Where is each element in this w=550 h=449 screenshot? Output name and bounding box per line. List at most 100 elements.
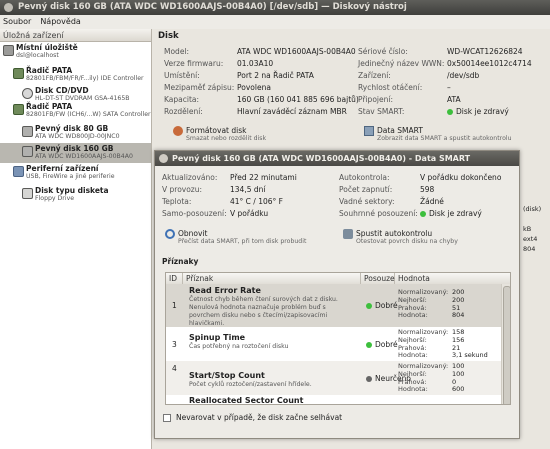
smart-status-text: Disk je zdravý bbox=[456, 107, 509, 116]
disk-label: Mezipaměť zápisu: bbox=[164, 83, 235, 92]
smart-data-dialog: Pevný disk 160 GB (ATA WDC WD1600AAJS-00… bbox=[154, 150, 520, 439]
healthy-status-icon bbox=[447, 109, 453, 115]
sidebar-item-sublabel: USB, FireWire a jiné periferie bbox=[26, 173, 115, 180]
value-val: 158 bbox=[452, 328, 465, 336]
volume-peek-text: kB bbox=[523, 225, 532, 233]
healthy-status-icon bbox=[420, 211, 426, 217]
attribute-name: Reallocated Sector Count bbox=[189, 396, 304, 405]
sidebar-item-disk-80gb[interactable]: Pevný disk 80 GB ATA WDC WD800JD-00JNC0 bbox=[0, 123, 151, 143]
table-row[interactable]: 3 Spinup Time Čas potřebný na roztočení … bbox=[166, 327, 510, 361]
attribute-id: 3 bbox=[172, 340, 177, 349]
sidebar-item-label: Periferní zařízení bbox=[26, 164, 99, 173]
window-titlebar: Pevný disk 160 GB (ATA WDC WD1600AAJS-00… bbox=[0, 0, 550, 15]
optical-disc-icon bbox=[22, 88, 33, 99]
overall-assessment-text: Disk je zdravý bbox=[429, 209, 482, 218]
column-header-assessment[interactable]: Posouzení bbox=[361, 273, 401, 284]
notify-checkbox-label: Nevarovat v případě, že disk začne selhá… bbox=[176, 413, 343, 422]
hard-disk-icon bbox=[22, 146, 33, 157]
attribute-name: Start/Stop Count bbox=[189, 371, 265, 380]
selftest-label: Spustit autokontrolu bbox=[356, 229, 433, 238]
status-dot-icon bbox=[366, 376, 372, 382]
dialog-menu-icon[interactable] bbox=[159, 154, 168, 163]
disk-value: – bbox=[447, 83, 451, 92]
value-val: 156 bbox=[452, 335, 465, 344]
controller-icon bbox=[13, 104, 24, 115]
column-header-attribute[interactable]: Příznak bbox=[183, 273, 361, 284]
attribute-name: Read Error Rate bbox=[189, 286, 261, 295]
selftest-icon bbox=[343, 229, 353, 239]
column-header-value[interactable]: Hodnota bbox=[395, 273, 510, 284]
notify-checkbox-row[interactable]: Nevarovat v případě, že disk začne selhá… bbox=[163, 413, 342, 422]
sidebar-item-peripherals[interactable]: Periferní zařízení USB, FireWire a jiné … bbox=[0, 163, 151, 183]
computer-icon bbox=[3, 45, 14, 56]
sidebar-item-sublabel: ATA WDC WD1600AAJS-00B4A0 bbox=[35, 153, 133, 160]
selftest-sublabel: Otestovat povrch disku na chyby bbox=[356, 238, 458, 245]
assessment-text: Dobré bbox=[375, 301, 398, 310]
disk-value: 160 GB (160 041 885 696 bajtů) bbox=[237, 95, 359, 104]
disk-value: WD-WCAT12626824 bbox=[447, 47, 523, 56]
smart-attributes-table[interactable]: ID Příznak Posouzení Hodnota 1 Read Erro… bbox=[165, 272, 511, 405]
sidebar-item-disk-160gb[interactable]: Pevný disk 160 GB ATA WDC WD1600AAJS-00B… bbox=[0, 143, 151, 163]
value-val: 100 bbox=[452, 369, 465, 378]
attribute-assessment: Dobré bbox=[366, 301, 398, 310]
disk-value: ATA WDC WD1600AAJS-00B4A0 bbox=[237, 47, 356, 56]
table-scrollbar[interactable] bbox=[501, 284, 510, 404]
value-val: 804 bbox=[452, 311, 465, 320]
disk-value: Hlavní zaváděcí záznam MBR bbox=[237, 107, 347, 116]
hard-disk-icon bbox=[22, 126, 33, 137]
table-scrollbar-thumb[interactable] bbox=[503, 286, 510, 404]
smart-label: Počet zapnutí: bbox=[339, 185, 393, 194]
smart-label: Teplota: bbox=[162, 197, 192, 206]
attribute-values: Normalizovaný: 200 Nejhorší: 200 Prahová: 5… bbox=[398, 288, 465, 320]
sidebar-item-pata-controller-2[interactable]: Řadič PATA 82801FB/FW (ICH6/...W) SATA C… bbox=[0, 101, 151, 121]
sidebar-item-sublabel: 82801FB/FBM/FR/F...ily) IDE Controller bbox=[26, 75, 144, 82]
disk-label: Umístění: bbox=[164, 71, 200, 80]
sidebar-item-sublabel: ATA WDC WD800JD-00JNC0 bbox=[35, 133, 120, 140]
value-key: Hodnota: bbox=[398, 351, 428, 360]
sidebar-item-local-storage[interactable]: Místní úložiště dsl@localhost bbox=[0, 42, 151, 62]
smart-data-sublabel: Zobrazit data SMART a spustit autokontro… bbox=[377, 135, 512, 142]
menubar: Soubor Nápověda bbox=[0, 15, 550, 29]
smart-data-icon bbox=[364, 126, 374, 136]
smart-value: 41° C / 106° F bbox=[230, 197, 283, 206]
sidebar-item-label: Místní úložiště bbox=[16, 43, 78, 52]
table-row[interactable]: Reallocated Sector Count bbox=[166, 395, 510, 405]
dialog-titlebar: Pevný disk 160 GB (ATA WDC WD1600AAJS-00… bbox=[155, 151, 519, 166]
notify-checkbox[interactable] bbox=[163, 414, 171, 422]
disk-label: Rychlost otáčení: bbox=[358, 83, 423, 92]
attribute-description: Četnost chyb během čtení surových dat z … bbox=[189, 296, 338, 327]
value-val: 100 bbox=[452, 362, 465, 370]
refresh-sublabel: Přečíst data SMART, při tom disk probudi… bbox=[178, 238, 307, 245]
disk-label: Připojení: bbox=[358, 95, 393, 104]
smart-data-label: Data SMART bbox=[377, 126, 423, 135]
value-val: 51 bbox=[452, 303, 461, 312]
column-header-id[interactable]: ID bbox=[166, 273, 183, 284]
refresh-icon bbox=[165, 229, 175, 239]
value-val: 21 bbox=[452, 343, 461, 352]
menu-file[interactable]: Soubor bbox=[3, 17, 31, 26]
format-disk-sublabel: Smazat nebo rozdělit disk bbox=[186, 135, 267, 142]
attribute-id: 1 bbox=[172, 301, 177, 310]
smart-value: Žádné bbox=[420, 197, 444, 206]
disk-value: 01.03A10 bbox=[237, 59, 274, 68]
disk-label: Model: bbox=[164, 47, 190, 56]
sidebar-item-pata-controller-1[interactable]: Řadič PATA 82801FB/FBM/FR/F...ily) IDE C… bbox=[0, 65, 151, 85]
refresh-label: Obnovit bbox=[178, 229, 208, 238]
value-key: Hodnota: bbox=[398, 385, 428, 394]
sidebar-header: Úložná zařízení bbox=[0, 29, 151, 42]
table-row[interactable]: 1 Read Error Rate Četnost chyb během čte… bbox=[166, 284, 510, 327]
smart-label: Souhrnné posouzení: bbox=[339, 209, 418, 218]
sidebar-item-label: Řadič PATA bbox=[26, 102, 73, 111]
sidebar: Úložná zařízení Místní úložiště dsl@loca… bbox=[0, 29, 152, 449]
sidebar-item-sublabel: 82801FB/FW (ICH6/...W) SATA Controller bbox=[26, 111, 151, 118]
sidebar-item-label: Disk CD/DVD bbox=[35, 86, 89, 95]
smart-value: Před 22 minutami bbox=[230, 173, 297, 182]
table-row[interactable]: 4 Start/Stop Count Počet cyklů roztočení… bbox=[166, 361, 510, 395]
attribute-values: Normalizovaný: 100 Nejhorší: 100 Prahová: 0… bbox=[398, 362, 465, 394]
attribute-name: Spinup Time bbox=[189, 333, 246, 342]
assessment-text: Dobré bbox=[375, 340, 398, 349]
disk-section-title: Disk bbox=[158, 31, 179, 41]
sidebar-item-floppy[interactable]: Disk typu disketa Floppy Drive bbox=[0, 185, 151, 205]
window-menu-icon[interactable] bbox=[4, 3, 13, 12]
menu-help[interactable]: Nápověda bbox=[40, 17, 81, 26]
